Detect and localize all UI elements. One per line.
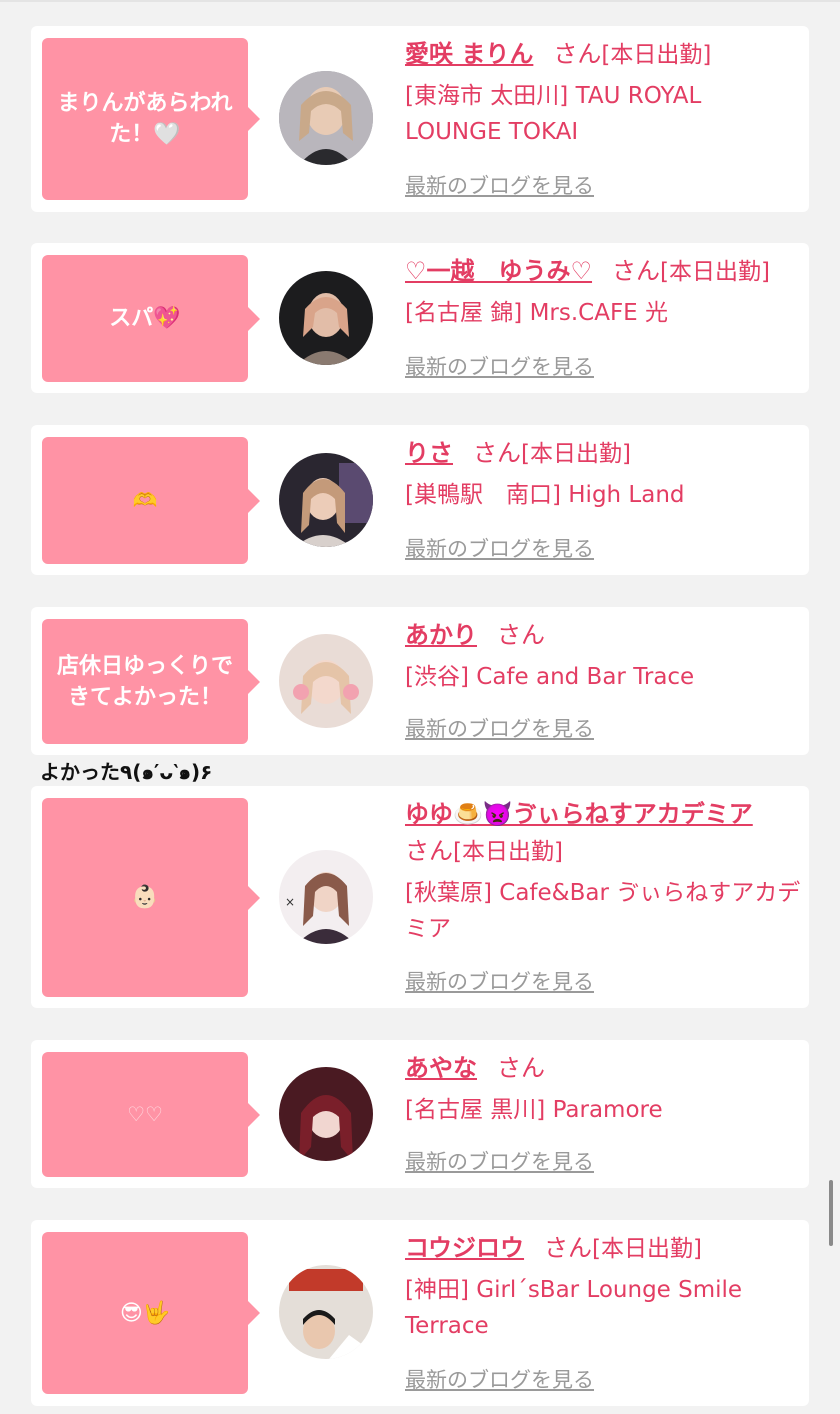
- avatar[interactable]: [279, 634, 373, 728]
- comment-bubble: 🫶: [42, 437, 260, 564]
- status-label: [本日出勤]: [592, 1236, 702, 1262]
- blog-link[interactable]: 最新のブログを見る: [405, 713, 594, 743]
- cast-card: ♡♡ あやな さん [名古屋 黒川] Paramore 最新のブログを見る: [31, 1040, 809, 1188]
- cast-card: 店休日ゆっくりできてよかった！ あかり さん [渋谷] Cafe and Bar …: [31, 607, 809, 755]
- shop-name: [東海市 太田川] TAU ROYAL LOUNGE TOKAI: [405, 83, 702, 145]
- avatar[interactable]: ×: [279, 850, 373, 944]
- honorific: さん: [473, 439, 521, 467]
- cast-info: あかり さん [渋谷] Cafe and Bar Trace: [405, 617, 805, 695]
- avatar[interactable]: [279, 1265, 373, 1359]
- shop-name: [渋谷] Cafe and Bar Trace: [405, 664, 695, 690]
- honorific: さん: [497, 1054, 545, 1082]
- shop-name: [神田] Girl´sBar Lounge Smile Terrace: [405, 1277, 743, 1339]
- avatar[interactable]: [279, 1067, 373, 1161]
- blog-link[interactable]: 最新のブログを見る: [405, 1146, 594, 1176]
- honorific: さん: [553, 40, 602, 68]
- cast-name-link[interactable]: りさ: [405, 439, 453, 467]
- cast-name-link[interactable]: コウジロウ: [405, 1234, 524, 1262]
- cast-info: ♡一越 ゆうみ♡ さん[本日出勤] [名古屋 錦] Mrs.CAFE 光: [405, 253, 805, 331]
- cast-card: 👶🏻 × ゆゆ🍮👿ゔぃらねすアカデミア さん[本日出勤] [秋葉原] Cafe&B…: [31, 786, 809, 1008]
- cast-card: 🫶 りさ さん[本日出勤] [巣鴨駅 南口] High Land 最新のブログを見…: [31, 425, 809, 575]
- shop-name: [巣鴨駅 南口] High Land: [405, 482, 685, 508]
- blog-link[interactable]: 最新のブログを見る: [405, 170, 594, 200]
- cast-info: あやな さん [名古屋 黒川] Paramore: [405, 1050, 805, 1128]
- cast-info: りさ さん[本日出勤] [巣鴨駅 南口] High Land: [405, 435, 805, 513]
- honorific: さん: [544, 1234, 593, 1262]
- honorific: さん: [497, 621, 545, 649]
- top-divider: [0, 0, 840, 2]
- cast-name-link[interactable]: ♡一越 ゆうみ♡: [405, 257, 592, 285]
- comment-bubble: 店休日ゆっくりできてよかった！: [42, 619, 260, 744]
- status-label: [本日出勤]: [601, 42, 712, 68]
- status-label: [本日出勤]: [660, 259, 770, 285]
- cast-name-link[interactable]: 愛咲 まりん: [405, 40, 533, 68]
- cast-card: 😎🤟 コウジロウ さん[本日出勤] [神田] Girl´sBar Lounge S…: [31, 1220, 809, 1406]
- blog-link[interactable]: 最新のブログを見る: [405, 1364, 594, 1394]
- avatar[interactable]: [279, 271, 373, 365]
- status-label: [本日出勤]: [453, 839, 563, 865]
- shop-name: [名古屋 黒川] Paramore: [405, 1097, 663, 1123]
- cast-card: まりんがあらわれた！🤍 愛咲 まりん さん[本日出勤] [東海市 太田川] TAU…: [31, 26, 809, 212]
- cast-name-link[interactable]: あかり: [405, 621, 477, 649]
- comment-bubble: 👶🏻: [42, 798, 260, 997]
- comment-bubble: 😎🤟: [42, 1232, 260, 1394]
- blog-link[interactable]: 最新のブログを見る: [405, 351, 594, 381]
- comment-bubble: スパ💖: [42, 255, 260, 382]
- cast-name-link[interactable]: あやな: [405, 1054, 477, 1082]
- comment-bubble: ♡♡: [42, 1052, 260, 1177]
- avatar[interactable]: [279, 453, 373, 547]
- cast-info: コウジロウ さん[本日出勤] [神田] Girl´sBar Lounge Smil…: [405, 1230, 805, 1344]
- svg-text:×: ×: [285, 895, 295, 909]
- cast-info: ゆゆ🍮👿ゔぃらねすアカデミア さん[本日出勤] [秋葉原] Cafe&Bar ゔぃ…: [405, 796, 805, 947]
- status-label: [本日出勤]: [521, 441, 631, 467]
- honorific: さん: [612, 257, 661, 285]
- blog-link[interactable]: 最新のブログを見る: [405, 533, 594, 563]
- blog-link[interactable]: 最新のブログを見る: [405, 966, 594, 996]
- comment-bubble: まりんがあらわれた！🤍: [42, 38, 260, 200]
- shop-name: [秋葉原] Cafe&Bar ゔぃらねすアカデミア: [405, 880, 801, 942]
- scrollbar-thumb[interactable]: [829, 1180, 833, 1246]
- shop-name: [名古屋 錦] Mrs.CAFE 光: [405, 300, 669, 326]
- honorific: さん: [405, 837, 453, 865]
- cast-name-link[interactable]: ゆゆ🍮👿ゔぃらねすアカデミア: [405, 800, 753, 828]
- cast-card: スパ💖 ♡一越 ゆうみ♡ さん[本日出勤] [名古屋 錦] Mrs.CAFE 光 …: [31, 243, 809, 393]
- cast-info: 愛咲 まりん さん[本日出勤] [東海市 太田川] TAU ROYAL LOUNG…: [405, 36, 805, 150]
- overflow-comment-text: よかった٩(๑′ᴗ‵๑)۶: [40, 760, 213, 784]
- avatar[interactable]: [279, 71, 373, 165]
